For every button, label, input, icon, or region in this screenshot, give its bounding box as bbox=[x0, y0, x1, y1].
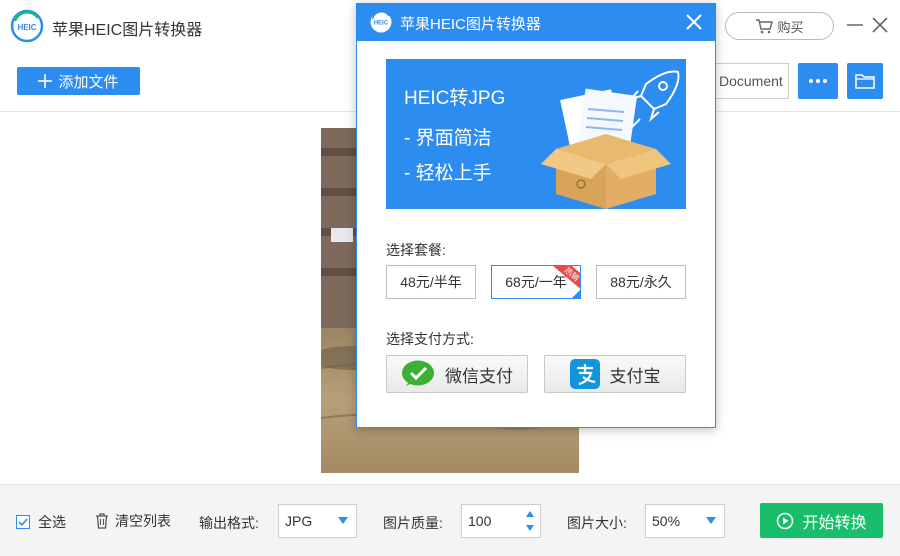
box-rocket-illustration bbox=[541, 70, 680, 209]
quality-stepper[interactable]: 100 bbox=[461, 504, 541, 538]
chevron-down-icon bbox=[338, 517, 348, 524]
app-title: 苹果HEIC图片转换器 bbox=[52, 22, 203, 39]
payment-label: 选择支付方式: bbox=[386, 331, 474, 347]
plan-option-one-year[interactable]: 68元/一年 热销 bbox=[491, 265, 581, 299]
start-convert-button[interactable]: 开始转换 bbox=[760, 503, 883, 538]
wechat-pay-label: 微信支付 bbox=[445, 366, 513, 386]
checkbox-box[interactable] bbox=[16, 515, 30, 529]
quality-label: 图片质量: bbox=[383, 515, 443, 531]
image-size-value: 50% bbox=[652, 513, 681, 529]
stepper-down-icon[interactable] bbox=[526, 525, 534, 531]
bottom-bar: 全选 清空列表 输出格式: JPG 图片质量: 100 图片大小: 50% 开始… bbox=[0, 484, 900, 556]
selected-corner-icon bbox=[572, 290, 580, 298]
app-logo-icon: HEIC bbox=[10, 9, 44, 43]
close-icon[interactable] bbox=[684, 12, 704, 32]
open-folder-button[interactable] bbox=[847, 63, 883, 99]
play-circle-icon bbox=[777, 512, 794, 529]
dialog-header: HEIC 苹果HEIC图片转换器 bbox=[357, 4, 715, 41]
output-path-value: Document bbox=[719, 73, 783, 89]
output-format-value: JPG bbox=[285, 513, 313, 529]
dialog-title: 苹果HEIC图片转换器 bbox=[400, 16, 541, 33]
add-file-button[interactable]: 添加文件 bbox=[17, 67, 140, 95]
size-label: 图片大小: bbox=[567, 515, 627, 531]
banner-line-1: HEIC转JPG bbox=[404, 88, 506, 109]
plus-icon bbox=[38, 74, 53, 88]
wechat-pay-icon bbox=[402, 360, 434, 386]
banner-line-3: - 轻松上手 bbox=[404, 163, 492, 184]
banner-line-2: - 界面简洁 bbox=[404, 128, 492, 149]
window-close-icon[interactable] bbox=[870, 15, 890, 35]
more-options-button[interactable] bbox=[798, 63, 838, 99]
wechat-pay-button[interactable]: 微信支付 bbox=[386, 355, 528, 393]
plan-option-half-year[interactable]: 48元/半年 bbox=[386, 265, 476, 299]
plan-label-half-year: 48元/半年 bbox=[400, 274, 462, 290]
stepper-up-icon[interactable] bbox=[526, 511, 534, 517]
check-icon bbox=[18, 518, 28, 527]
buy-button[interactable]: 购买 bbox=[725, 12, 834, 40]
output-path-field[interactable]: Document bbox=[712, 63, 789, 99]
app-logo-text: HEIC bbox=[17, 23, 36, 32]
plan-label-one-year: 68元/一年 bbox=[505, 274, 567, 290]
promo-banner: HEIC转JPG - 界面简洁 - 轻松上手 bbox=[386, 59, 686, 209]
app-logo-icon: HEIC bbox=[370, 10, 392, 33]
chevron-down-icon bbox=[706, 517, 716, 524]
add-file-label: 添加文件 bbox=[58, 73, 119, 91]
image-size-select[interactable]: 50% bbox=[645, 504, 725, 538]
trash-icon bbox=[96, 513, 108, 529]
output-format-select[interactable]: JPG bbox=[278, 504, 357, 538]
start-convert-label: 开始转换 bbox=[802, 514, 867, 532]
alipay-label: 支付宝 bbox=[609, 366, 661, 386]
ellipsis-icon bbox=[809, 79, 827, 83]
purchase-dialog: HEIC 苹果HEIC图片转换器 HEIC转JPG - 界面简洁 - 轻松上手 bbox=[356, 3, 716, 428]
plan-label: 选择套餐: bbox=[386, 242, 446, 258]
dialog-logo-text: HEIC bbox=[374, 21, 389, 27]
folder-icon bbox=[855, 74, 875, 89]
clear-list-button[interactable]: 清空列表 bbox=[95, 511, 171, 531]
clear-list-label: 清空列表 bbox=[115, 513, 171, 529]
output-format-label: 输出格式: bbox=[199, 515, 259, 531]
quality-value: 100 bbox=[468, 513, 492, 529]
alipay-icon bbox=[569, 359, 600, 389]
select-all-label: 全选 bbox=[38, 514, 66, 530]
buy-label: 购买 bbox=[777, 19, 804, 35]
cart-icon bbox=[756, 19, 774, 34]
minimize-icon[interactable] bbox=[846, 15, 864, 33]
select-all-checkbox[interactable]: 全选 bbox=[16, 512, 66, 532]
plan-label-lifetime: 88元/永久 bbox=[610, 274, 672, 290]
alipay-button[interactable]: 支付宝 bbox=[544, 355, 686, 393]
plan-option-lifetime[interactable]: 88元/永久 bbox=[596, 265, 686, 299]
